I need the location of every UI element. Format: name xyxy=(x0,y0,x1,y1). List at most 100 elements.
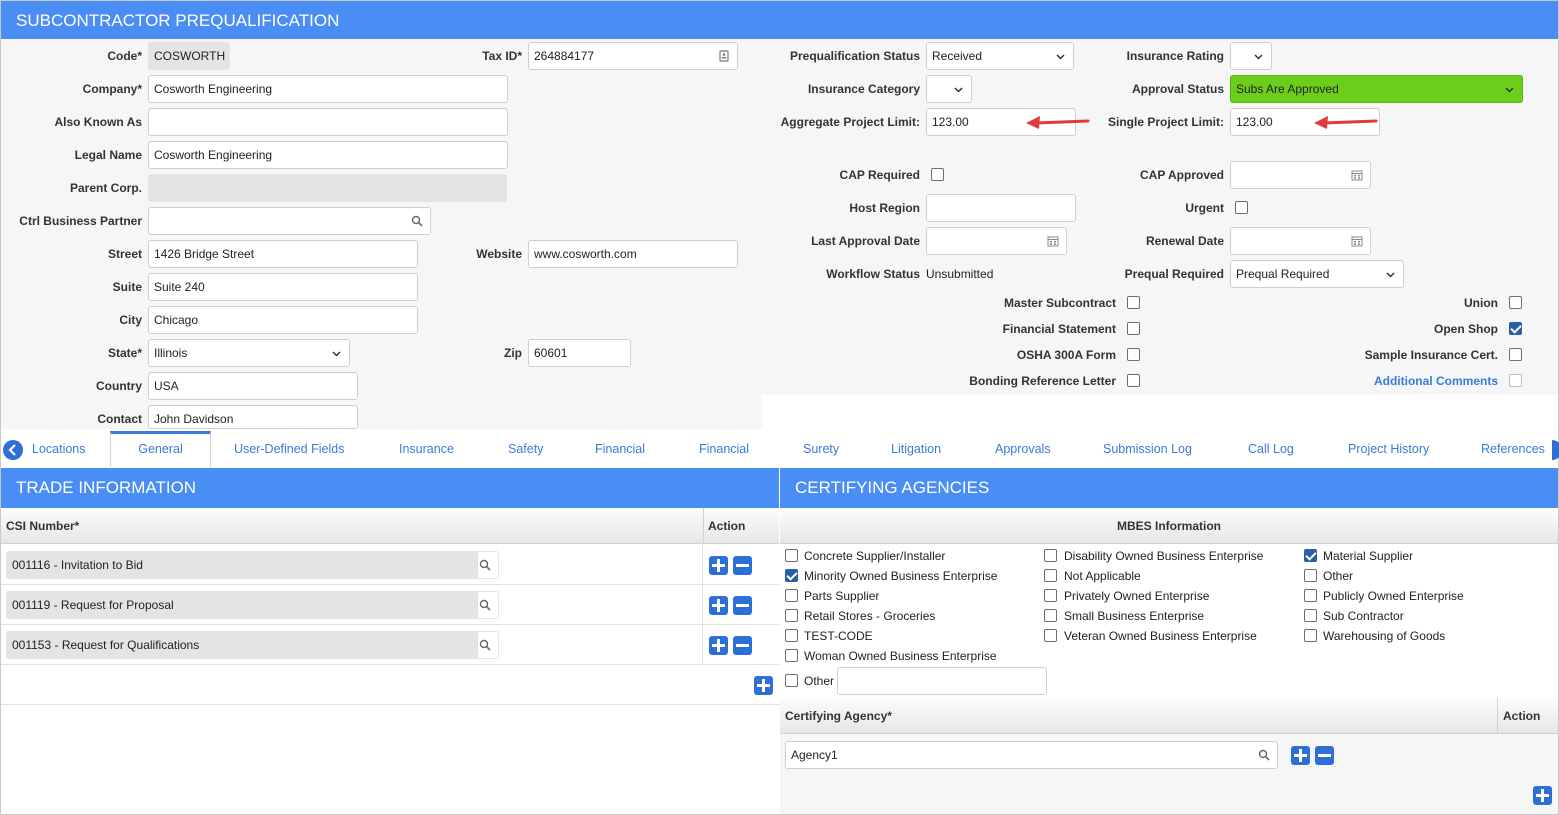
country-field[interactable]: USA xyxy=(148,372,358,400)
add-agency-row-button[interactable] xyxy=(1291,746,1310,765)
renewal-date-field[interactable] xyxy=(1230,227,1371,255)
tab-locations[interactable]: Locations xyxy=(32,442,86,456)
last-approval-date[interactable] xyxy=(926,227,1067,255)
mbes-checkbox[interactable] xyxy=(785,629,798,642)
prequal-status-select[interactable]: Received xyxy=(926,42,1074,70)
mbes-checkbox[interactable] xyxy=(785,609,798,622)
tab-general[interactable]: General xyxy=(110,431,211,467)
add-agency-button[interactable] xyxy=(1533,786,1552,805)
add-trade-button[interactable] xyxy=(754,676,773,695)
add-row-button[interactable] xyxy=(709,636,728,655)
mbes-checkbox[interactable] xyxy=(1304,589,1317,602)
tax-id-field[interactable]: 264884177 xyxy=(528,42,738,70)
mbes-other-field[interactable] xyxy=(837,667,1047,695)
ctrl-partner-field[interactable] xyxy=(148,207,431,235)
csi-row-2-field[interactable]: 001119 - Request for Proposal xyxy=(6,591,499,619)
street-field[interactable]: 1426 Bridge Street xyxy=(148,240,418,268)
mbes-checkbox[interactable] xyxy=(1044,569,1057,582)
id-card-icon[interactable] xyxy=(718,50,730,62)
calendar-icon[interactable] xyxy=(1351,235,1363,247)
chevron-down-icon xyxy=(1254,54,1263,60)
sample-cert-checkbox[interactable] xyxy=(1509,348,1522,361)
legal-name-field[interactable]: Cosworth Engineering xyxy=(148,141,508,169)
chevron-down-icon xyxy=(1056,54,1065,60)
tab-approvals[interactable]: Approvals xyxy=(995,442,1051,456)
parent-corp-field[interactable] xyxy=(148,174,507,202)
prequal-required-select[interactable]: Prequal Required xyxy=(1230,260,1404,288)
tab-references[interactable]: References xyxy=(1481,442,1545,456)
osha-form-checkbox[interactable] xyxy=(1127,348,1140,361)
mbes-option: Minority Owned Business Enterprise xyxy=(804,569,998,583)
mbes-checkbox[interactable] xyxy=(785,569,798,582)
plus-icon xyxy=(712,559,725,572)
mbes-header-label: MBES Information xyxy=(1117,519,1221,533)
company-field[interactable]: Cosworth Engineering xyxy=(148,75,508,103)
tab-project-history[interactable]: Project History xyxy=(1348,442,1429,456)
mbes-checkbox[interactable] xyxy=(1044,589,1057,602)
search-icon[interactable] xyxy=(479,639,491,651)
search-icon[interactable] xyxy=(479,559,491,571)
add-row-button[interactable] xyxy=(709,596,728,615)
scroll-left-icon[interactable] xyxy=(3,440,23,460)
website-field[interactable]: www.cosworth.com xyxy=(528,240,738,268)
tab-insurance[interactable]: Insurance xyxy=(399,442,454,456)
contact-field[interactable]: John Davidson xyxy=(148,405,358,429)
mbes-other-checkbox[interactable] xyxy=(785,674,798,687)
agency-field[interactable]: Agency1 xyxy=(785,741,1278,769)
cap-required-checkbox[interactable] xyxy=(931,168,944,181)
suite-field[interactable]: Suite 240 xyxy=(148,273,418,301)
tab-user-defined-fields[interactable]: User-Defined Fields xyxy=(234,442,344,456)
mbes-checkbox[interactable] xyxy=(1304,549,1317,562)
ctrl-partner-label: Ctrl Business Partner xyxy=(19,214,142,228)
code-field[interactable]: COSWORTH xyxy=(148,42,230,70)
remove-agency-row-button[interactable] xyxy=(1315,746,1334,765)
remove-row-button[interactable] xyxy=(733,596,752,615)
calendar-icon[interactable] xyxy=(1047,235,1059,247)
tab-call-log[interactable]: Call Log xyxy=(1248,442,1294,456)
scroll-right-icon[interactable] xyxy=(1552,440,1559,460)
mbes-checkbox[interactable] xyxy=(785,549,798,562)
tax-id-value: 264884177 xyxy=(534,49,595,63)
mbes-checkbox[interactable] xyxy=(785,649,798,662)
calendar-icon[interactable] xyxy=(1351,169,1363,181)
aka-field[interactable] xyxy=(148,108,508,136)
host-region-field[interactable] xyxy=(926,194,1076,222)
mbes-checkbox[interactable] xyxy=(1044,549,1057,562)
city-field[interactable]: Chicago xyxy=(148,306,418,334)
zip-field[interactable]: 60601 xyxy=(528,339,631,367)
search-icon[interactable] xyxy=(479,599,491,611)
minus-icon xyxy=(736,604,749,607)
mbes-checkbox[interactable] xyxy=(1044,609,1057,622)
additional-comments-link[interactable]: Additional Comments xyxy=(1374,374,1498,388)
mbes-checkbox[interactable] xyxy=(785,589,798,602)
open-shop-checkbox[interactable] xyxy=(1509,322,1522,335)
financial-statement-checkbox[interactable] xyxy=(1127,322,1140,335)
urgent-checkbox[interactable] xyxy=(1235,201,1248,214)
tab-litigation[interactable]: Litigation xyxy=(891,442,941,456)
tab-financial-2[interactable]: Financial xyxy=(699,442,749,456)
search-icon[interactable] xyxy=(1258,749,1270,761)
tab-submission-log[interactable]: Submission Log xyxy=(1103,442,1192,456)
search-icon[interactable] xyxy=(411,215,423,227)
mbes-checkbox[interactable] xyxy=(1304,569,1317,582)
csi-row-1-field[interactable]: 001116 - Invitation to Bid xyxy=(6,551,499,579)
cap-approved-date[interactable] xyxy=(1230,161,1371,189)
bonding-letter-checkbox[interactable] xyxy=(1127,374,1140,387)
remove-row-button[interactable] xyxy=(733,636,752,655)
tab-surety[interactable]: Surety xyxy=(803,442,839,456)
union-checkbox[interactable] xyxy=(1509,296,1522,309)
insurance-category-select[interactable] xyxy=(926,75,972,103)
mbes-checkbox[interactable] xyxy=(1044,629,1057,642)
remove-row-button[interactable] xyxy=(733,556,752,575)
state-select[interactable]: Illinois xyxy=(148,339,350,367)
tab-financial[interactable]: Financial xyxy=(595,442,645,456)
approval-status-select[interactable]: Subs Are Approved xyxy=(1230,75,1523,103)
form-background-patch xyxy=(762,395,1558,429)
mbes-checkbox[interactable] xyxy=(1304,609,1317,622)
csi-row-3-field[interactable]: 001153 - Request for Qualifications xyxy=(6,631,499,659)
master-subcontract-checkbox[interactable] xyxy=(1127,296,1140,309)
tab-safety[interactable]: Safety xyxy=(508,442,543,456)
mbes-checkbox[interactable] xyxy=(1304,629,1317,642)
insurance-rating-select[interactable] xyxy=(1230,42,1272,70)
add-row-button[interactable] xyxy=(709,556,728,575)
